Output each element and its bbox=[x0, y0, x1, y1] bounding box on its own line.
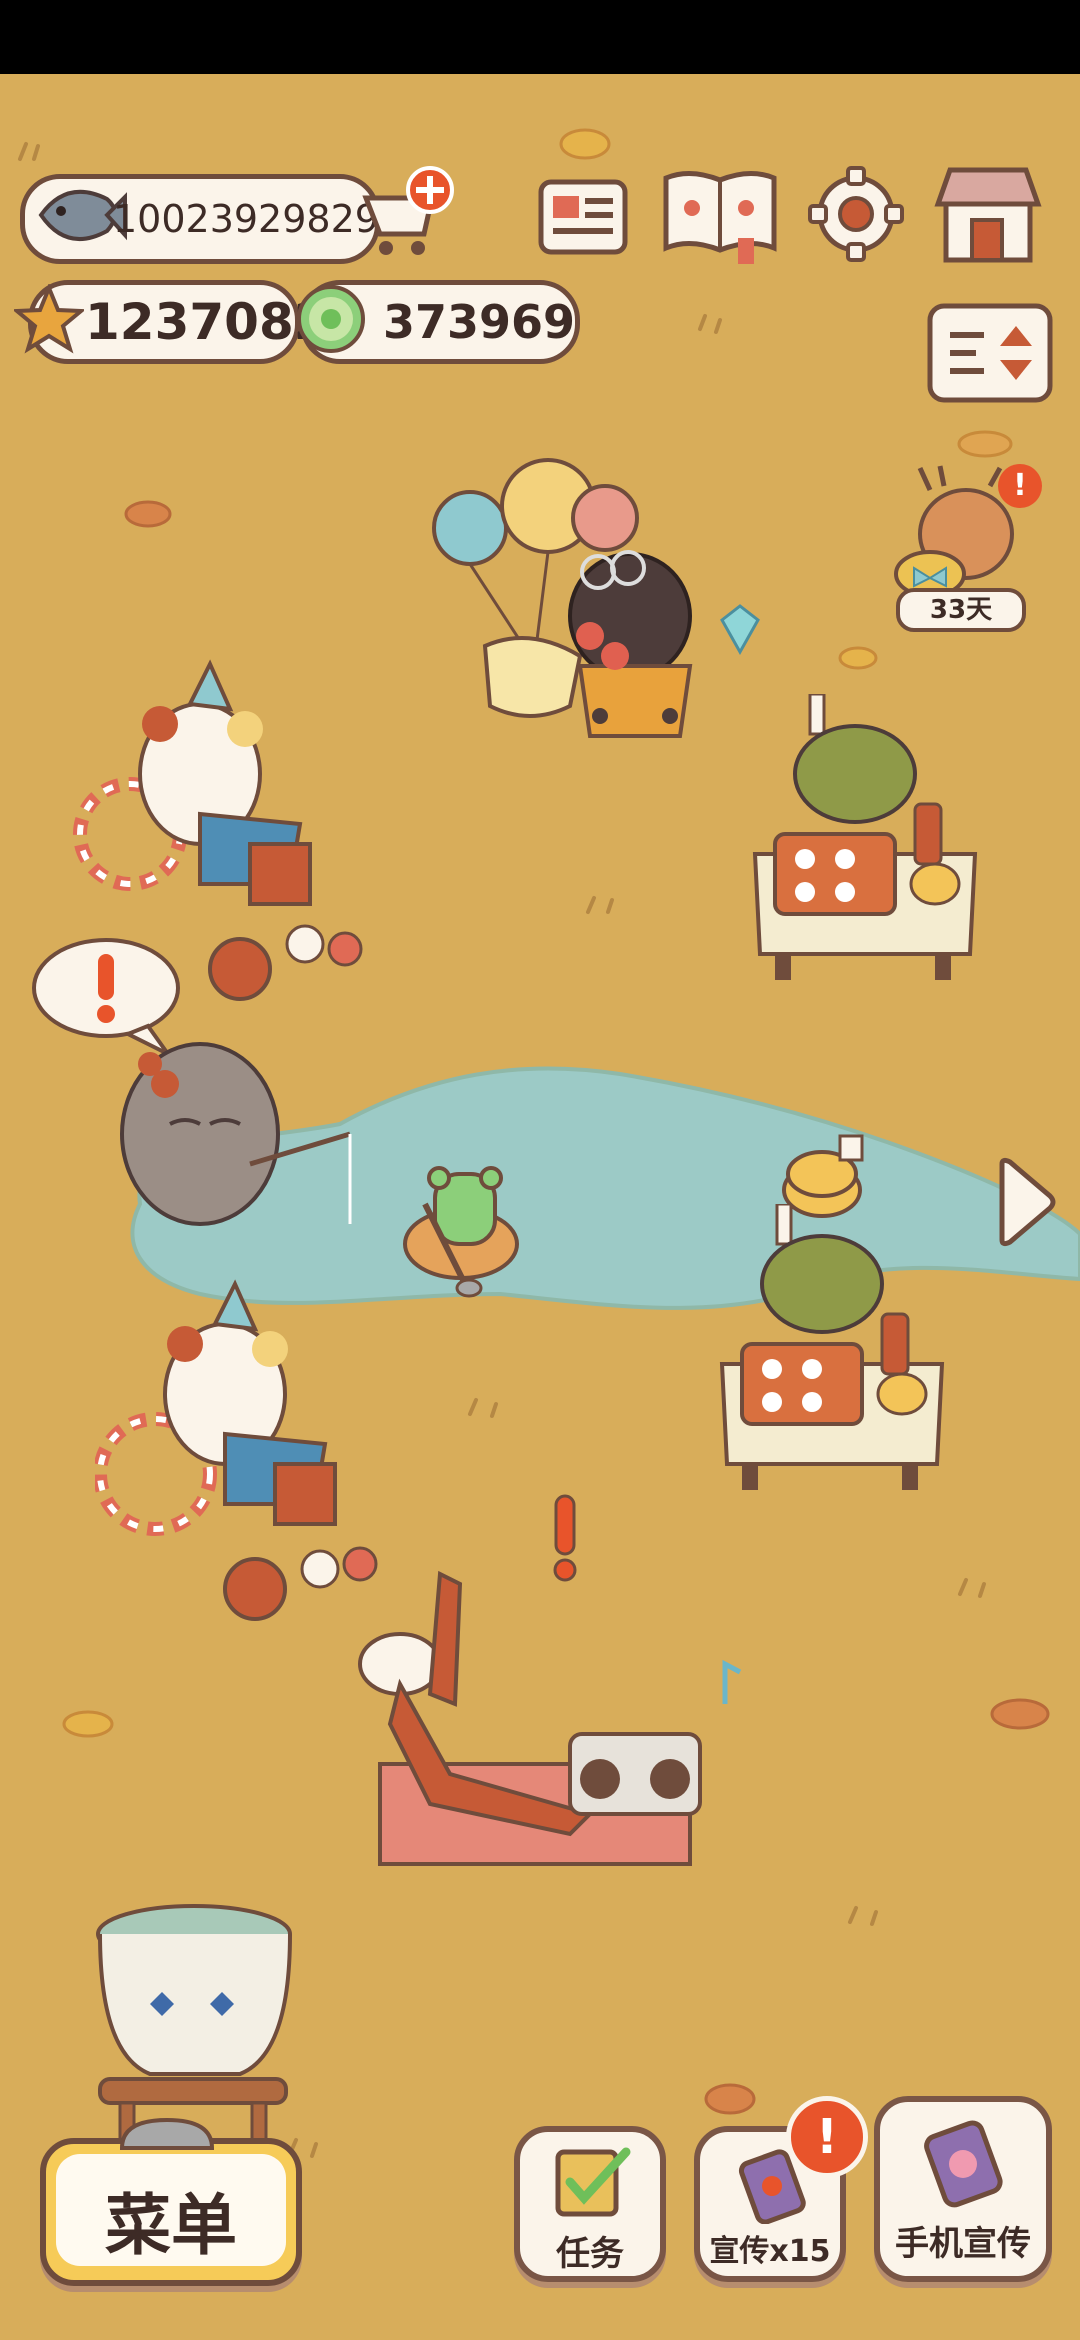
status-bar bbox=[0, 0, 1080, 74]
book-icon bbox=[663, 171, 777, 264]
balloon-vendor-pig[interactable] bbox=[430, 446, 710, 756]
dino-takoyaki-stall-2[interactable] bbox=[712, 1204, 1002, 1504]
promotion-label: 宣传x15 bbox=[709, 2234, 831, 2269]
newspaper-icon bbox=[538, 179, 628, 255]
fish-coin-counter[interactable]: 10023929829 bbox=[20, 174, 380, 264]
arrow-right-icon bbox=[999, 1157, 1056, 1247]
event-deer-button[interactable]: ! 33天 bbox=[890, 464, 1042, 634]
newspaper-button[interactable] bbox=[535, 168, 631, 264]
phone-promotion-button[interactable]: 手机宣传 bbox=[874, 2096, 1052, 2282]
fish-coin-value: 10023929829 bbox=[113, 197, 379, 241]
clover-value: 373969 bbox=[383, 295, 576, 349]
add-shop-cart-icon bbox=[362, 166, 454, 255]
menu-label: 菜单 bbox=[105, 2187, 237, 2264]
fish-icon bbox=[38, 189, 127, 241]
phone-promotion-label: 手机宣传 bbox=[895, 2224, 1031, 2264]
clover-icon bbox=[297, 285, 365, 353]
sort-icon bbox=[927, 303, 1053, 403]
promotion-alert-badge: ! bbox=[786, 2096, 868, 2178]
gear-icon bbox=[808, 166, 904, 262]
bear-on-raft[interactable] bbox=[395, 1164, 535, 1304]
tasks-label: 任务 bbox=[556, 2234, 624, 2274]
add-fish-coins-button[interactable] bbox=[358, 164, 458, 264]
arrow-right-button[interactable] bbox=[992, 1156, 1060, 1248]
tasks-button[interactable]: 任务 bbox=[514, 2126, 666, 2282]
event-alert-badge: ! bbox=[998, 464, 1042, 508]
catalog-book-button[interactable] bbox=[660, 164, 780, 268]
sort-button[interactable] bbox=[926, 302, 1054, 404]
checklist-icon bbox=[555, 2147, 631, 2217]
game-scene: ! 33天 bbox=[0, 74, 1080, 2340]
fishing-cat[interactable] bbox=[110, 1024, 370, 1244]
star-icon bbox=[14, 284, 84, 354]
event-days-left: 33天 bbox=[896, 588, 1026, 632]
dino-takoyaki-stall[interactable] bbox=[745, 694, 1035, 994]
settings-button[interactable] bbox=[806, 164, 906, 264]
diamond-pickup[interactable] bbox=[712, 602, 768, 658]
clipboard-clip-icon bbox=[119, 2117, 215, 2150]
shop-button[interactable] bbox=[930, 164, 1046, 268]
star-value: 1237082 bbox=[85, 293, 329, 351]
yoga-dog-with-boombox[interactable] bbox=[330, 1564, 750, 1944]
menu-button[interactable]: 菜单 bbox=[40, 2117, 302, 2286]
tablet-icon bbox=[924, 2120, 1003, 2208]
shop-icon bbox=[934, 167, 1042, 263]
